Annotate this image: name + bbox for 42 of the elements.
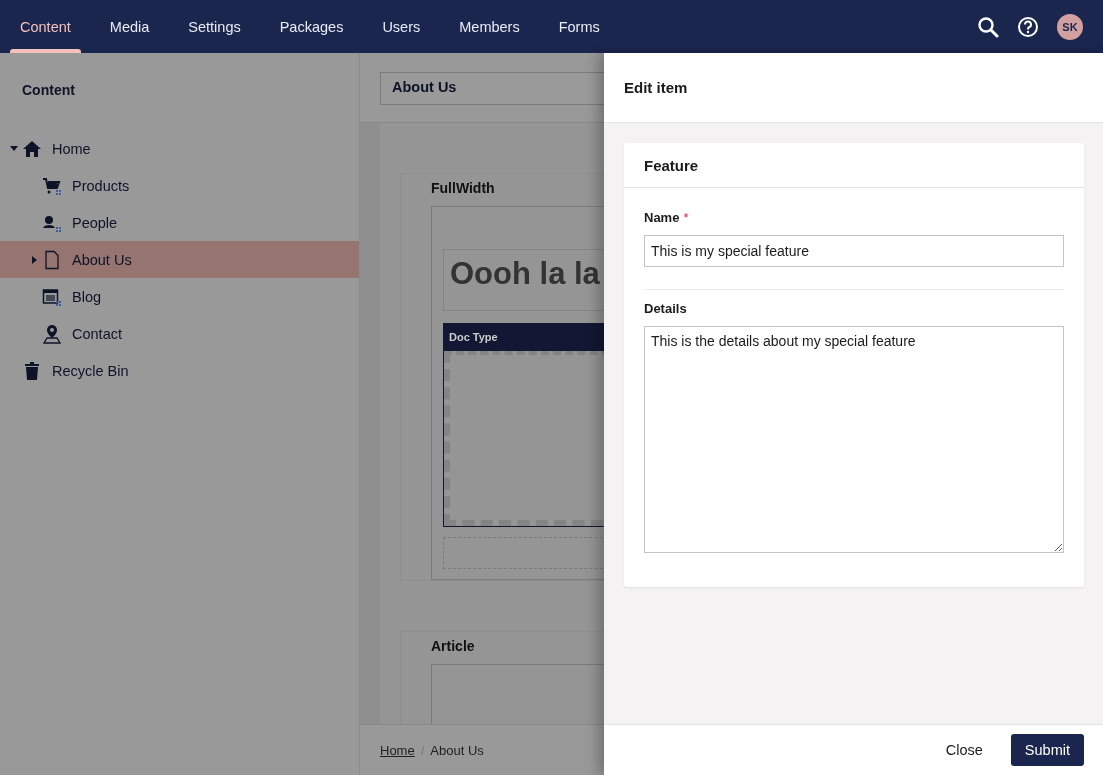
nav-tab[interactable]: Packages	[269, 0, 354, 53]
page-name-field[interactable]: About Us	[380, 72, 604, 105]
nav-tab[interactable]: Settings	[178, 0, 251, 53]
nav-tab[interactable]: Media	[99, 0, 160, 53]
tree-item[interactable]: Products	[0, 167, 359, 204]
tree-item[interactable]: Blog	[0, 278, 359, 315]
required-mark: *	[683, 210, 689, 225]
tree-item[interactable]: People	[0, 204, 359, 241]
tree-item[interactable]: Home	[0, 130, 359, 167]
tree-item[interactable]: Recycle Bin	[0, 352, 359, 389]
section-title: FullWidth	[431, 180, 496, 196]
cart-icon	[42, 175, 62, 196]
panel-title: Edit item	[604, 53, 1103, 123]
caret-icon[interactable]	[10, 146, 18, 151]
trash-icon	[22, 360, 42, 381]
breadcrumb-link[interactable]: Home	[380, 742, 415, 758]
calendar-icon	[42, 286, 62, 307]
name-input[interactable]: This is my special feature	[644, 235, 1064, 267]
nav-tab[interactable]: Forms	[548, 0, 610, 53]
breadcrumb-current: About Us	[430, 742, 484, 758]
nav-tab[interactable]: Content	[10, 0, 81, 53]
user-avatar[interactable]: SK	[1057, 13, 1083, 40]
search-icon[interactable]	[977, 15, 999, 38]
breadcrumb-separator: /	[420, 742, 425, 758]
section-title: Article	[431, 638, 476, 654]
home-icon	[22, 138, 42, 159]
tree-item[interactable]: About Us	[0, 241, 359, 278]
nav-tab[interactable]: Members	[449, 0, 530, 53]
tree-item[interactable]: Contact	[0, 315, 359, 352]
submit-button[interactable]: Submit	[1010, 734, 1084, 766]
document-icon	[42, 249, 62, 270]
map-pin-icon	[42, 323, 62, 344]
help-icon[interactable]	[1017, 15, 1039, 38]
card-title: Feature	[624, 143, 1084, 188]
field-label: Name	[644, 210, 680, 225]
sidebar-title: Content	[21, 81, 76, 100]
close-button[interactable]: Close	[939, 741, 989, 759]
details-textarea[interactable]: This is the details about my special feature	[644, 326, 1064, 553]
caret-icon[interactable]	[31, 255, 37, 264]
nav-tab[interactable]: Users	[372, 0, 431, 53]
block-header: Doc Type	[444, 323, 604, 351]
field-label: Details	[644, 301, 687, 316]
